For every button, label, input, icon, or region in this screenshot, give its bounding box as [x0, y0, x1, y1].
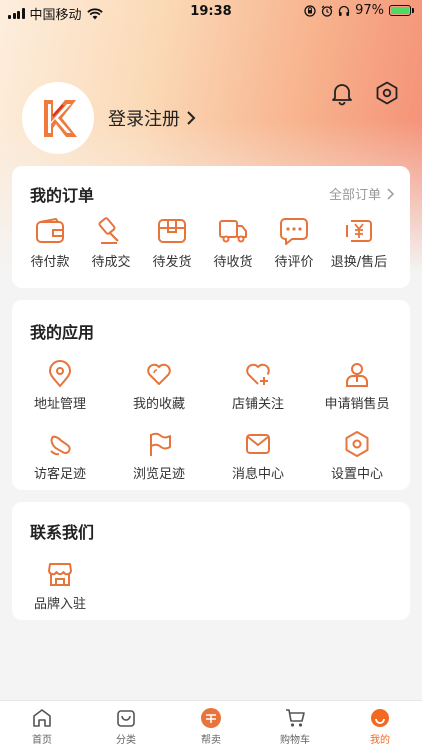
chevron-right-icon: [187, 111, 196, 125]
order-label: 待收货: [213, 255, 253, 270]
headphones-icon: [338, 5, 350, 16]
app-item-address[interactable]: 地址管理: [25, 360, 95, 412]
order-item-pending-shipment[interactable]: 待发货: [137, 216, 207, 270]
order-item-refund[interactable]: 退换/售后: [324, 216, 394, 270]
contact-card: 联系我们 品牌入驻: [12, 502, 410, 620]
order-item-pending-deal[interactable]: 待成交: [76, 216, 146, 270]
box-icon: [158, 219, 186, 243]
orientation-lock-icon: [304, 4, 316, 17]
app-item-messages[interactable]: 消息中心: [223, 430, 293, 482]
app-label: 设置中心: [330, 467, 383, 482]
app-label: 地址管理: [33, 397, 86, 412]
envelope-icon: [246, 434, 270, 454]
avatar[interactable]: [22, 82, 94, 154]
app-item-visitor-footprint[interactable]: 访客足迹: [25, 430, 95, 482]
heart-plus-icon: [246, 363, 270, 385]
app-label: 店铺关注: [231, 397, 284, 412]
bag-icon: [117, 710, 135, 727]
app-item-shop-follow[interactable]: 店铺关注: [223, 360, 293, 412]
home-icon: [33, 709, 51, 727]
settings-icon[interactable]: [374, 80, 400, 106]
settings-hexagon-icon: [345, 431, 369, 457]
tab-help-sell[interactable]: 帮卖: [169, 707, 253, 746]
alarm-icon: [321, 5, 333, 17]
app-label: 消息中心: [231, 467, 284, 482]
tab-label: 首页: [32, 735, 52, 746]
help-sell-icon: [201, 708, 221, 728]
order-label: 待付款: [30, 255, 70, 270]
brand-logo-icon: [44, 100, 77, 137]
contact-title: 联系我们: [30, 523, 95, 542]
tab-label: 我的: [370, 735, 390, 746]
order-label: 退换/售后: [330, 255, 388, 270]
location-pin-icon: [48, 360, 72, 388]
app-item-settings[interactable]: 设置中心: [322, 430, 392, 482]
app-item-browse-footprint[interactable]: 浏览足迹: [124, 430, 194, 482]
tab-label: 购物车: [280, 735, 310, 746]
order-item-pending-receipt[interactable]: 待收货: [198, 216, 268, 270]
contact-label: 品牌入驻: [33, 597, 86, 612]
heart-icon: [147, 363, 171, 385]
profile-icon: [371, 709, 389, 727]
all-orders-label: 全部订单: [328, 188, 381, 203]
app-label: 浏览足迹: [132, 467, 185, 482]
apps-title: 我的应用: [30, 323, 95, 342]
bottom-tab-bar: 首页 分类 帮卖 购物车 我的: [0, 700, 422, 750]
login-register-link[interactable]: 登录注册: [108, 105, 196, 131]
contact-item-brand-join[interactable]: 品牌入驻: [25, 560, 95, 612]
order-label: 待评价: [274, 255, 314, 270]
all-orders-link[interactable]: 全部订单: [329, 184, 394, 203]
apps-card: 我的应用 地址管理 我的收藏 店铺关注 申请销售员 访客足迹 浏览足迹 消息中心…: [12, 300, 410, 490]
cart-icon: [286, 709, 305, 727]
app-item-salesperson[interactable]: 申请销售员: [322, 360, 392, 412]
tab-cart[interactable]: 购物车: [253, 707, 337, 746]
battery-icon: [389, 5, 414, 16]
tab-label: 帮卖: [201, 735, 221, 746]
tab-home[interactable]: 首页: [0, 707, 84, 746]
order-label: 待发货: [152, 255, 192, 270]
status-right: 97%: [304, 3, 414, 18]
app-label: 我的收藏: [132, 397, 185, 412]
battery-percent: 97%: [355, 3, 384, 18]
login-label: 登录注册: [108, 109, 180, 130]
app-item-favorites[interactable]: 我的收藏: [124, 360, 194, 412]
tab-mine[interactable]: 我的: [338, 707, 422, 746]
wallet-icon: [36, 218, 64, 243]
order-item-pending-review[interactable]: 待评价: [259, 216, 329, 270]
chat-bubble-icon: [280, 218, 308, 245]
flag-icon: [150, 432, 171, 456]
orders-title: 我的订单: [30, 186, 95, 205]
profile-section[interactable]: 登录注册: [22, 82, 196, 154]
chevron-right-icon: [387, 187, 394, 200]
app-label: 申请销售员: [324, 397, 390, 412]
tab-label: 分类: [116, 735, 136, 746]
refund-icon: [346, 220, 372, 242]
bell-icon[interactable]: [329, 80, 355, 106]
footprint-icon: [50, 435, 71, 456]
status-bar: 中国移动 19:38 97%: [0, 0, 422, 24]
orders-card: 我的订单 全部订单 待付款 待成交 待发货 待收货 待评价 退换/售后: [12, 166, 410, 288]
order-label: 待成交: [91, 255, 131, 270]
tab-category[interactable]: 分类: [84, 707, 168, 746]
app-label: 访客足迹: [33, 467, 86, 482]
storefront-icon: [48, 563, 72, 586]
order-item-pending-payment[interactable]: 待付款: [15, 216, 85, 270]
hammer-icon: [98, 217, 119, 244]
truck-icon: [219, 220, 247, 243]
salesperson-icon: [346, 363, 368, 387]
